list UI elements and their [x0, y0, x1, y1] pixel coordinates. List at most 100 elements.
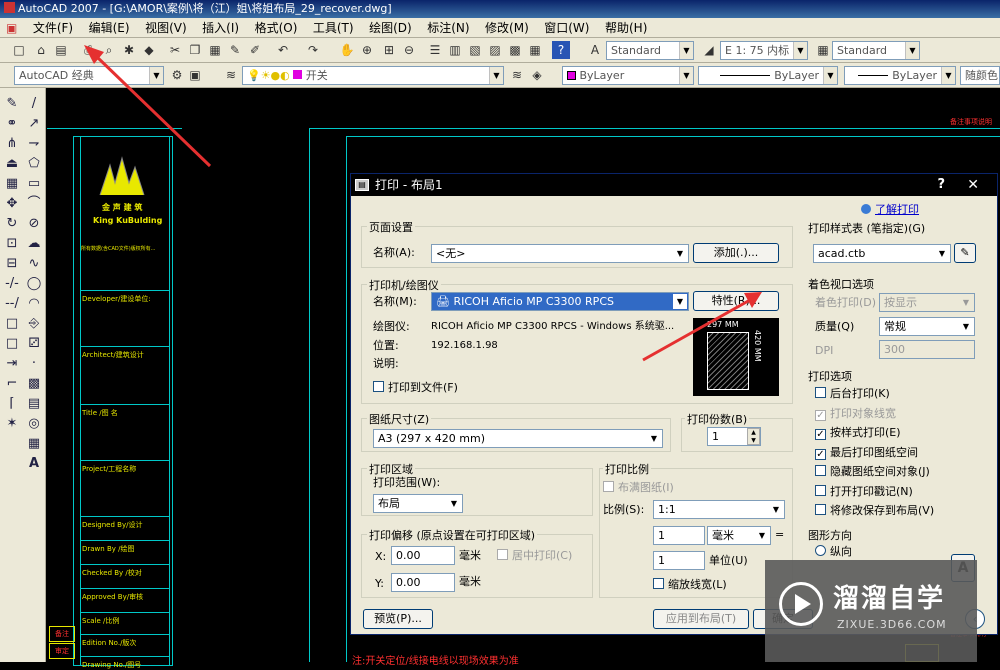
design-center-icon[interactable]: ▥ [446, 41, 464, 59]
revision-cloud-icon[interactable]: ☁ [24, 234, 44, 254]
paste-icon[interactable]: ▦ [206, 41, 224, 59]
extend-icon[interactable]: --/ [2, 294, 22, 314]
plot-option-checkbox[interactable]: 隐藏图纸空间对象(J) [815, 465, 930, 479]
calculator-icon[interactable]: ▦ [526, 41, 544, 59]
offset-icon[interactable]: ⏏ [2, 154, 22, 174]
scale-value-2-input[interactable]: 1 [653, 551, 705, 570]
menu-draw[interactable]: 绘图(D) [363, 18, 418, 38]
menu-help[interactable]: 帮助(H) [599, 18, 653, 38]
undo-icon[interactable]: ↶ [274, 41, 292, 59]
menu-tools[interactable]: 工具(T) [307, 18, 360, 38]
block-editor-icon[interactable]: ✐ [246, 41, 264, 59]
plot-preview-icon[interactable]: ⌕ [100, 41, 118, 59]
properties-icon[interactable]: ☰ [426, 41, 444, 59]
lineweight-select[interactable]: ByLayer ▼ [844, 66, 956, 85]
polygon-icon[interactable]: ⬠ [24, 154, 44, 174]
markup-icon[interactable]: ▩ [506, 41, 524, 59]
scale-lineweights-checkbox[interactable]: 缩放线宽(L) [653, 578, 727, 592]
text-style-select[interactable]: Standard ▼ [606, 41, 694, 60]
insert-block-icon[interactable]: ⎆ [24, 314, 44, 334]
add-page-setup-button[interactable]: 添加(.)... [693, 243, 779, 263]
construction-line-icon[interactable]: ↗ [24, 114, 44, 134]
gradient-icon[interactable]: ▤ [24, 394, 44, 414]
cut-icon[interactable]: ✂ [166, 41, 184, 59]
printer-name-select[interactable]: 🖨 RICOH Aficio MP C3300 RPCS ▼ [431, 292, 689, 311]
paper-size-select[interactable]: A3 (297 x 420 mm) ▼ [373, 429, 663, 448]
region-icon[interactable]: ◎ [24, 414, 44, 434]
hatch-icon[interactable]: ▩ [24, 374, 44, 394]
rotate-icon[interactable]: ↻ [2, 214, 22, 234]
sheet-set-icon[interactable]: ▨ [486, 41, 504, 59]
join-icon[interactable]: ⇥ [2, 354, 22, 374]
page-setup-name-select[interactable]: <无> ▼ [431, 244, 689, 263]
scale-icon[interactable]: ⊡ [2, 234, 22, 254]
learn-plot-link[interactable]: 了解打印 [861, 203, 919, 217]
zoom-realtime-icon[interactable]: ⊕ [358, 41, 376, 59]
fit-to-paper-checkbox[interactable]: 布满图纸(I) [603, 481, 674, 495]
move-icon[interactable]: ✥ [2, 194, 22, 214]
plot-option-checkbox[interactable]: 打开打印戳记(N) [815, 484, 913, 499]
make-layer-current-icon[interactable]: ≋ [508, 66, 526, 84]
new-icon[interactable]: □ [10, 41, 28, 59]
menu-view[interactable]: 视图(V) [139, 18, 193, 38]
layer-manager-icon[interactable]: ≋ [222, 66, 240, 84]
table-style-select[interactable]: Standard ▼ [832, 41, 920, 60]
edit-plot-style-icon[interactable]: ✎ [954, 243, 976, 263]
offset-x-input[interactable]: 0.00 [391, 546, 455, 565]
open-icon[interactable]: ⌂ [32, 41, 50, 59]
shade-plot-select[interactable]: 按显示 ▼ [879, 293, 975, 312]
menu-insert[interactable]: 插入(I) [196, 18, 245, 38]
dim-style-select[interactable]: E 1: 75 内标 ▼ [720, 41, 808, 60]
help-button[interactable]: ? [937, 174, 945, 196]
portrait-radio[interactable]: 纵向 [815, 545, 852, 559]
redo-icon[interactable]: ↷ [304, 41, 322, 59]
workspace-select[interactable]: AutoCAD 经典 ▼ [14, 66, 164, 85]
dim-style-icon[interactable]: ◢ [700, 41, 718, 59]
fillet-icon[interactable]: ⌈ [2, 394, 22, 414]
offset-y-input[interactable]: 0.00 [391, 573, 455, 592]
color-select[interactable]: ByLayer ▼ [562, 66, 694, 85]
multiline-text-icon[interactable]: A [24, 454, 44, 474]
pan-icon[interactable]: ✋ [338, 41, 356, 59]
center-plot-checkbox[interactable]: 居中打印(C) [497, 549, 572, 563]
arc-icon[interactable]: ⌒ [24, 194, 44, 214]
menu-format[interactable]: 格式(O) [249, 18, 304, 38]
explode-icon[interactable]: ✶ [2, 414, 22, 434]
plot-option-checkbox[interactable]: 后台打印(K) [815, 387, 890, 401]
menu-modify[interactable]: 修改(M) [479, 18, 535, 38]
zoom-previous-icon[interactable]: ⊖ [400, 41, 418, 59]
plot-icon[interactable]: ⎙ [80, 41, 98, 59]
publish-icon[interactable]: ✱ [120, 41, 138, 59]
erase-icon[interactable]: ✎ [2, 94, 22, 114]
line-icon[interactable]: / [24, 94, 44, 114]
plot-style-table-select[interactable]: acad.ctb ▼ [813, 244, 951, 263]
menu-file[interactable]: 文件(F) [27, 18, 79, 38]
workspace-settings-icon[interactable]: ⚙ [168, 66, 186, 84]
scale-value-1-input[interactable]: 1 [653, 526, 705, 545]
menu-window[interactable]: 窗口(W) [538, 18, 595, 38]
trim-icon[interactable]: -/- [2, 274, 22, 294]
layer-select[interactable]: 💡☀●◐ 开关 ▼ [242, 66, 504, 85]
spline-icon[interactable]: ∿ [24, 254, 44, 274]
plot-option-checkbox[interactable]: ✓ 最后打印图纸空间 [815, 446, 918, 460]
plot-option-checkbox[interactable]: ✓ 打印对象线宽 [815, 407, 896, 421]
menu-dimension[interactable]: 标注(N) [421, 18, 475, 38]
copy-icon[interactable]: ❐ [186, 41, 204, 59]
plot-range-select[interactable]: 布局 ▼ [373, 494, 463, 513]
circle-icon[interactable]: ⊘ [24, 214, 44, 234]
linetype-select[interactable]: ByLayer ▼ [698, 66, 838, 85]
plot-option-checkbox[interactable]: 将修改保存到布局(V) [815, 504, 934, 518]
ellipse-arc-icon[interactable]: ◠ [24, 294, 44, 314]
menu-edit[interactable]: 编辑(E) [83, 18, 136, 38]
zoom-window-icon[interactable]: ⊞ [380, 41, 398, 59]
polyline-icon[interactable]: ⇁ [24, 134, 44, 154]
break-icon[interactable]: □ [2, 314, 22, 334]
array-icon[interactable]: ▦ [2, 174, 22, 194]
stretch-icon[interactable]: ⊟ [2, 254, 22, 274]
quality-select[interactable]: 常规 ▼ [879, 317, 975, 336]
save-icon[interactable]: ▤ [52, 41, 70, 59]
help-icon[interactable]: ? [552, 41, 570, 59]
table-icon[interactable]: ▦ [24, 434, 44, 454]
table-style-icon[interactable]: ▦ [814, 41, 832, 59]
scale-unit-select[interactable]: 毫米 ▼ [707, 526, 771, 545]
